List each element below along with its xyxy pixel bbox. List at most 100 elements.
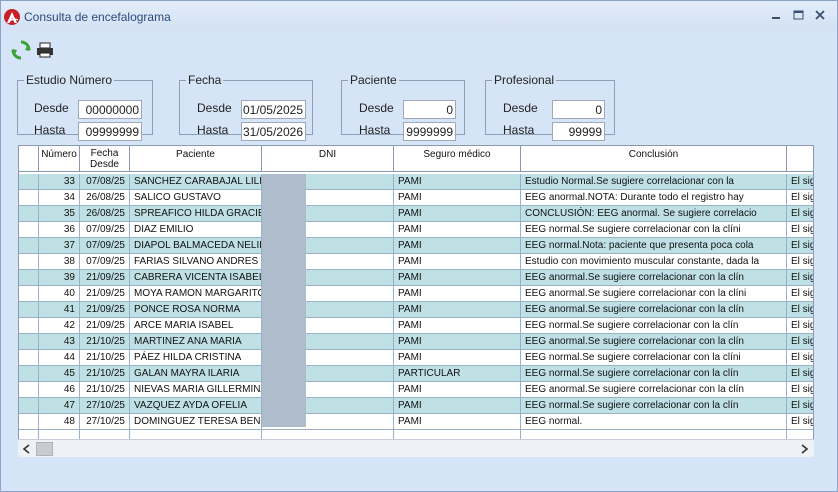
table-row[interactable]: 39 21/09/25 CABRERA VICENTA ISABEL PAMI EEG … (19, 270, 813, 286)
cell-paciente: NIEVAS MARIA GILLERMINA (130, 382, 262, 398)
row-indicator (19, 222, 39, 238)
cell-fecha: 07/09/25 (80, 238, 130, 254)
filter-estudio-legend: Estudio Número (26, 73, 113, 87)
table-row[interactable]: 34 26/08/25 SALICO GUSTAVO PAMI EEG anormal.… (19, 190, 813, 206)
cell-numero: 40 (39, 286, 80, 302)
header-numero[interactable]: Número (39, 146, 80, 172)
cell-numero: 37 (39, 238, 80, 254)
cell-conclusion: EEG normal.Se sugiere correlacionar con … (521, 366, 787, 382)
cell-paciente: SPREAFICO HILDA GRACIEL (130, 206, 262, 222)
scroll-thumb[interactable] (36, 442, 53, 456)
row-indicator (19, 382, 39, 398)
cell-paciente: DOMINGUEZ TERESA BENIT (130, 414, 262, 430)
cell-extra: El sig (787, 286, 813, 302)
table-row[interactable]: 35 26/08/25 SPREAFICO HILDA GRACIEL PAMI CON… (19, 206, 813, 222)
header-seguro[interactable]: Seguro médico (394, 146, 521, 172)
row-indicator (19, 286, 39, 302)
cell-extra: El sig (787, 222, 813, 238)
scroll-right-icon[interactable] (798, 443, 810, 455)
cell-conclusion: EEG anormal.NOTA: Durante todo el regist… (521, 190, 787, 206)
horizontal-scrollbar[interactable] (18, 439, 814, 457)
table-row[interactable]: 36 07/09/25 DIAZ EMILIO PAMI EEG normal.Se s… (19, 222, 813, 238)
filter-fecha-legend: Fecha (188, 73, 222, 87)
profesional-desde-input[interactable]: 0 (552, 100, 605, 119)
table-row[interactable]: 37 07/09/25 DIAPOL BALMACEDA NELID PAMI EEG … (19, 238, 813, 254)
refresh-icon[interactable] (11, 40, 31, 60)
cell-fecha: 21/09/25 (80, 286, 130, 302)
cell-conclusion: Estudio con movimiento muscular constant… (521, 254, 787, 270)
paciente-hasta-input[interactable]: 9999999 (403, 122, 456, 141)
cell-extra: El sig (787, 174, 813, 190)
cell-extra: El sig (787, 302, 813, 318)
header-conclusion[interactable]: Conclusión (521, 146, 787, 172)
row-indicator (19, 302, 39, 318)
fecha-hasta-label: Hasta (197, 123, 229, 137)
cell-seguro: PAMI (394, 334, 521, 350)
table-row[interactable]: 33 07/08/25 SANCHEZ CARABAJAL LILIA PAMI Es… (19, 174, 813, 190)
cell-extra: El sig (787, 366, 813, 382)
cell-numero: 35 (39, 206, 80, 222)
table-row[interactable]: 43 21/10/25 MARTINEZ ANA MARIA PAMI EEG anor… (19, 334, 813, 350)
cell-paciente: GALAN MAYRA ILARIA (130, 366, 262, 382)
printer-icon[interactable] (35, 40, 55, 60)
cell-conclusion: EEG anormal.Se sugiere correlacionar con… (521, 382, 787, 398)
window-title: Consulta de encefalograma (24, 10, 171, 24)
cell-extra: El sig (787, 318, 813, 334)
cell-fecha: 21/09/25 (80, 318, 130, 334)
table-row[interactable]: 38 07/09/25 FARIAS SILVANO ANDRES PAMI Estud… (19, 254, 813, 270)
close-button[interactable] (812, 8, 828, 22)
grid-header: Número Fecha Desde Paciente DNI Seguro m… (19, 146, 813, 172)
cell-conclusion: CONCLUSIÓN: EEG anormal. Se sugiere corr… (521, 206, 787, 222)
cell-paciente: MARTINEZ ANA MARIA (130, 334, 262, 350)
main-window: Consulta de encefalograma Estudio Número… (0, 0, 838, 492)
cell-numero: 33 (39, 174, 80, 190)
minimize-button[interactable] (768, 8, 784, 22)
cell-numero: 39 (39, 270, 80, 286)
cell-conclusion: EEG anormal.Se sugiere correlacionar con… (521, 334, 787, 350)
row-indicator (19, 334, 39, 350)
cell-paciente: MOYA RAMON MARGARITO (130, 286, 262, 302)
fecha-hasta-input[interactable]: 31/05/2026 (241, 122, 306, 141)
profesional-hasta-input[interactable]: 99999 (552, 122, 605, 141)
header-indicator (19, 146, 39, 172)
cell-numero: 48 (39, 414, 80, 430)
filter-estudio-numero: Estudio Número Desde 00000000 Hasta 0999… (17, 73, 153, 141)
table-row[interactable]: 48 27/10/25 DOMINGUEZ TERESA BENIT PAMI EEG … (19, 414, 813, 430)
table-row[interactable]: 45 21/10/25 GALAN MAYRA ILARIA PARTICULAR EE… (19, 366, 813, 382)
table-row[interactable]: 41 21/09/25 PONCE ROSA NORMA PAMI EEG anorma… (19, 302, 813, 318)
header-extra[interactable] (787, 146, 813, 172)
cell-paciente: SALICO GUSTAVO (130, 190, 262, 206)
cell-paciente: PONCE ROSA NORMA (130, 302, 262, 318)
cell-fecha: 07/09/25 (80, 254, 130, 270)
cell-extra: El sig (787, 238, 813, 254)
row-indicator (19, 174, 39, 190)
cell-numero: 42 (39, 318, 80, 334)
results-grid[interactable]: Número Fecha Desde Paciente DNI Seguro m… (18, 145, 814, 457)
cell-numero: 45 (39, 366, 80, 382)
cell-seguro: PAMI (394, 206, 521, 222)
scroll-left-icon[interactable] (21, 443, 33, 455)
cell-conclusion: EEG normal.Se sugiere correlacionar con … (521, 318, 787, 334)
header-paciente[interactable]: Paciente (130, 146, 262, 172)
estudio-hasta-input[interactable]: 09999999 (78, 122, 142, 141)
table-row[interactable]: 40 21/09/25 MOYA RAMON MARGARITO PAMI EEG an… (19, 286, 813, 302)
header-dni[interactable]: DNI (262, 146, 394, 172)
filter-profesional-legend: Profesional (494, 73, 555, 87)
table-row[interactable]: 42 21/09/25 ARCE MARIA ISABEL PAMI EEG norma… (19, 318, 813, 334)
fecha-desde-input[interactable]: 01/05/2025 (241, 100, 306, 119)
cell-seguro: PAMI (394, 190, 521, 206)
cell-extra: El sig (787, 398, 813, 414)
table-row[interactable]: 44 21/10/25 PÁEZ HILDA CRISTINA PAMI EEG nor… (19, 350, 813, 366)
paciente-desde-input[interactable]: 0 (403, 100, 456, 119)
cell-paciente: FARIAS SILVANO ANDRES (130, 254, 262, 270)
cell-conclusion: EEG anormal.Se sugiere correlacionar con… (521, 286, 787, 302)
estudio-desde-input[interactable]: 00000000 (78, 100, 142, 119)
header-fecha[interactable]: Fecha Desde (80, 146, 130, 172)
cell-numero: 47 (39, 398, 80, 414)
table-row[interactable]: 46 21/10/25 NIEVAS MARIA GILLERMINA PAMI EEG… (19, 382, 813, 398)
row-indicator (19, 366, 39, 382)
table-row[interactable]: 47 27/10/25 VAZQUEZ AYDA OFELIA PAMI EEG nor… (19, 398, 813, 414)
cell-fecha: 26/08/25 (80, 190, 130, 206)
cell-paciente: PÁEZ HILDA CRISTINA (130, 350, 262, 366)
maximize-button[interactable] (790, 8, 806, 22)
